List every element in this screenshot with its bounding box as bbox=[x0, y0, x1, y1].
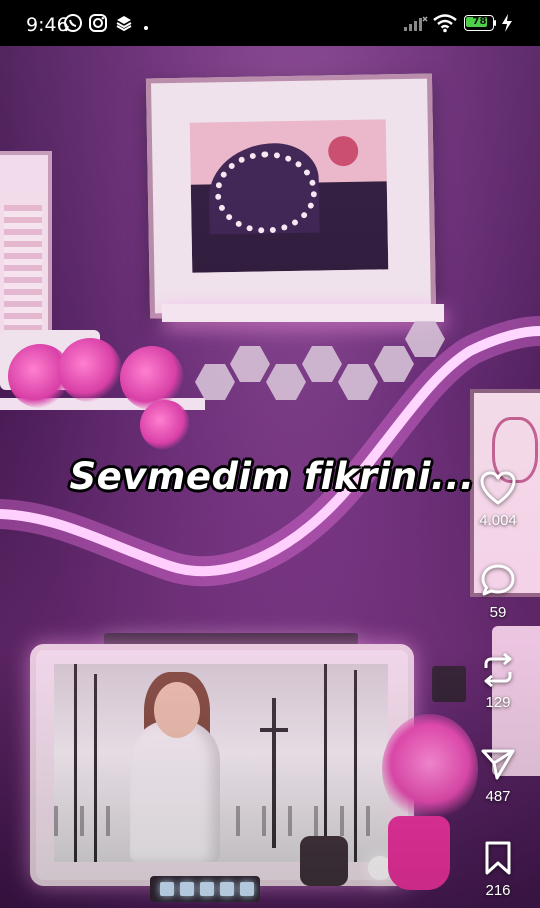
reel-screen: 9:46 78 Sevmedim fikrini... 4.004 59 129… bbox=[0, 0, 540, 908]
status-bar: 9:46 78 bbox=[0, 0, 540, 46]
share-button[interactable]: 487 bbox=[466, 746, 530, 805]
like-button[interactable]: 4.004 bbox=[466, 470, 530, 529]
notification-dot bbox=[144, 26, 148, 30]
signal-icon bbox=[402, 13, 428, 33]
heart-icon bbox=[466, 470, 530, 506]
instagram-icon bbox=[88, 13, 108, 33]
share-count: 487 bbox=[485, 788, 511, 805]
charging-icon bbox=[500, 13, 514, 33]
layers-icon bbox=[114, 13, 134, 33]
bookmark-icon bbox=[466, 840, 530, 876]
repost-button[interactable]: 129 bbox=[466, 652, 530, 711]
like-count: 4.004 bbox=[479, 512, 517, 529]
battery-icon: 78 bbox=[464, 15, 496, 31]
wifi-icon bbox=[432, 13, 458, 33]
video-caption: Sevmedim fikrini... bbox=[69, 455, 475, 498]
repost-icon bbox=[466, 652, 530, 688]
save-count: 216 bbox=[485, 882, 511, 899]
battery-level: 78 bbox=[472, 16, 487, 27]
repost-count: 129 bbox=[485, 694, 511, 711]
save-button[interactable]: 216 bbox=[466, 840, 530, 899]
whatsapp-icon bbox=[63, 13, 83, 33]
comment-button[interactable]: 59 bbox=[466, 562, 530, 621]
comment-icon bbox=[466, 562, 530, 598]
comment-count: 59 bbox=[489, 604, 507, 621]
send-icon bbox=[466, 746, 530, 782]
